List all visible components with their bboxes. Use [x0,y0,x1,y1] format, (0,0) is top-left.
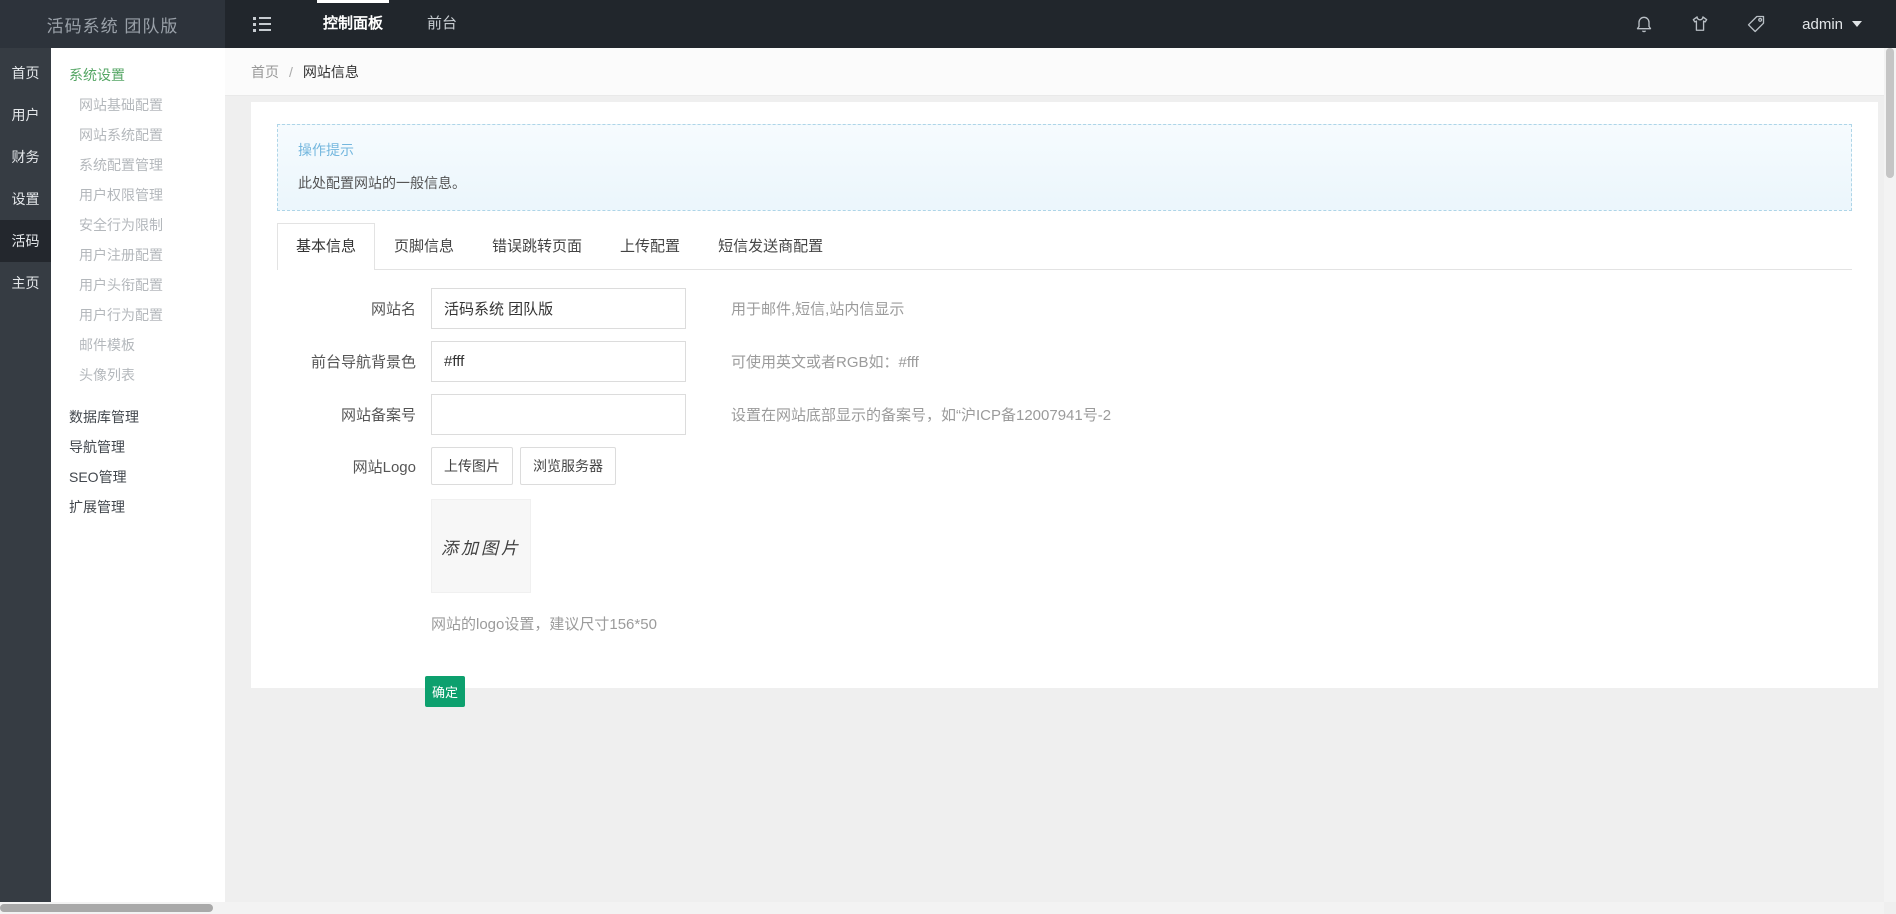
basic-info-form: 网站名 用于邮件,短信,站内信显示 前台导航背景色 可使用英文或者RGB如：#f… [277,288,1852,707]
username: admin [1802,16,1843,33]
tab-upload-config[interactable]: 上传配置 [601,223,699,270]
breadcrumb-separator: / [289,64,293,80]
submenu-title-system-settings[interactable]: 系统设置 [51,60,225,90]
sidebar-item-livecode[interactable]: 活码 [0,220,51,262]
menu-toggle-bar [253,23,271,26]
icp-number-input[interactable] [431,394,686,435]
site-name-input[interactable] [431,288,686,329]
main-content: 首页 / 网站信息 操作提示 此处配置网站的一般信息。 基本信息 页脚信息 错误… [225,48,1896,914]
form-row-nav-bg-color: 前台导航背景色 可使用英文或者RGB如：#fff [277,341,1852,382]
secondary-sidebar: 系统设置 网站基础配置 网站系统配置 系统配置管理 用户权限管理 安全行为限制 … [51,48,225,914]
submenu-divider [51,390,225,402]
site-logo-label: 网站Logo [277,456,431,477]
submenu-item-site-basic-config[interactable]: 网站基础配置 [51,90,225,120]
notifications-bell-icon[interactable] [1634,14,1654,34]
vertical-scrollbar[interactable] [1884,48,1896,902]
submenu-item-seo-mgmt[interactable]: SEO管理 [51,462,225,492]
tip-body: 此处配置网站的一般信息。 [298,173,1831,193]
site-logo-hint: 网站的logo设置，建议尺寸156*50 [431,613,1852,634]
site-name-hint: 用于邮件,短信,站内信显示 [731,298,904,319]
operation-tip-box: 操作提示 此处配置网站的一般信息。 [277,124,1852,211]
site-name-label: 网站名 [277,298,431,319]
submenu-item-mail-template[interactable]: 邮件模板 [51,330,225,360]
tip-title: 操作提示 [298,140,1831,160]
topnav-frontend[interactable]: 前台 [405,0,479,48]
submenu-item-user-title-config[interactable]: 用户头衔配置 [51,270,225,300]
settings-tabs: 基本信息 页脚信息 错误跳转页面 上传配置 短信发送商配置 [277,223,1852,270]
top-nav: 控制面板 前台 [301,0,479,48]
submenu-item-site-system-config[interactable]: 网站系统配置 [51,120,225,150]
submenu-item-user-permission[interactable]: 用户权限管理 [51,180,225,210]
tab-sms-provider-config[interactable]: 短信发送商配置 [699,223,842,270]
submenu-item-system-config-mgmt[interactable]: 系统配置管理 [51,150,225,180]
confirm-button[interactable]: 确定 [425,676,465,707]
tab-error-redirect[interactable]: 错误跳转页面 [473,223,601,270]
form-row-site-name: 网站名 用于邮件,短信,站内信显示 [277,288,1852,329]
sidebar-item-home[interactable]: 首页 [0,52,51,94]
breadcrumb: 首页 / 网站信息 [225,48,1896,96]
topbar: 活码系统 团队版 控制面板 前台 admin [0,0,1896,48]
nav-bg-color-label: 前台导航背景色 [277,351,431,372]
topbar-actions: admin [1634,0,1896,48]
sidebar-item-homepage[interactable]: 主页 [0,262,51,304]
nav-bg-color-input[interactable] [431,341,686,382]
horizontal-scrollbar[interactable] [0,902,1884,914]
menu-toggle-bar [253,29,271,32]
chevron-down-icon [1852,21,1862,27]
sidebar-item-users[interactable]: 用户 [0,94,51,136]
icp-number-label: 网站备案号 [277,404,431,425]
tab-basic-info[interactable]: 基本信息 [277,223,375,270]
app-logo: 活码系统 团队版 [0,0,225,48]
tag-icon[interactable] [1746,14,1766,34]
submenu-item-security-limit[interactable]: 安全行为限制 [51,210,225,240]
form-row-site-logo: 网站Logo 上传图片 浏览服务器 [277,447,1852,485]
breadcrumb-home[interactable]: 首页 [251,62,279,82]
browse-server-button[interactable]: 浏览服务器 [520,447,616,485]
user-menu[interactable]: admin [1802,16,1862,33]
theme-tshirt-icon[interactable] [1690,14,1710,34]
sidebar-item-settings[interactable]: 设置 [0,178,51,220]
submenu-item-database-mgmt[interactable]: 数据库管理 [51,402,225,432]
submenu-item-user-behavior-config[interactable]: 用户行为配置 [51,300,225,330]
settings-card: 操作提示 此处配置网站的一般信息。 基本信息 页脚信息 错误跳转页面 上传配置 … [251,102,1878,688]
menu-toggle-bar [253,17,271,20]
submenu-item-user-register-config[interactable]: 用户注册配置 [51,240,225,270]
tab-footer-info[interactable]: 页脚信息 [375,223,473,270]
horizontal-scrollbar-thumb[interactable] [0,904,213,912]
breadcrumb-current: 网站信息 [303,62,359,82]
submenu-item-nav-mgmt[interactable]: 导航管理 [51,432,225,462]
submenu-item-avatar-list[interactable]: 头像列表 [51,360,225,390]
form-row-icp-number: 网站备案号 设置在网站底部显示的备案号，如“沪ICP备12007941号-2 [277,394,1852,435]
primary-sidebar: 首页 用户 财务 设置 活码 主页 [0,48,51,914]
logo-image-placeholder[interactable]: 添加图片 [431,499,531,593]
submenu-item-extension-mgmt[interactable]: 扩展管理 [51,492,225,522]
topnav-dashboard[interactable]: 控制面板 [301,0,405,48]
nav-bg-color-hint: 可使用英文或者RGB如：#fff [731,351,919,372]
menu-toggle-icon[interactable] [241,8,283,41]
upload-image-button[interactable]: 上传图片 [431,447,513,485]
icp-number-hint: 设置在网站底部显示的备案号，如“沪ICP备12007941号-2 [731,404,1111,425]
sidebar-item-finance[interactable]: 财务 [0,136,51,178]
vertical-scrollbar-thumb[interactable] [1886,48,1894,178]
